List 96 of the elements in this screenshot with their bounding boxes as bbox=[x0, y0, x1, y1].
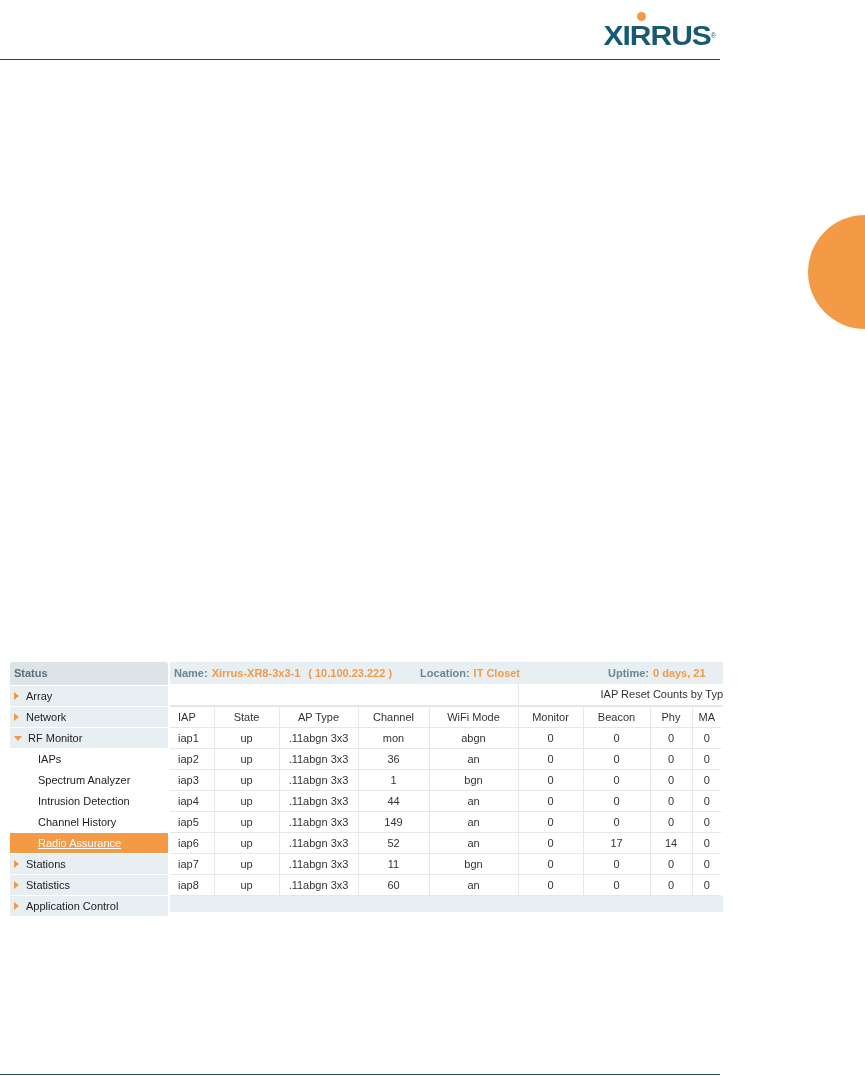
column-header: Beacon bbox=[583, 706, 650, 728]
table-cell: 0 bbox=[650, 853, 692, 875]
caret-down-icon bbox=[14, 735, 22, 741]
column-header: Phy bbox=[650, 706, 692, 728]
table-cell: .11abgn 3x3 bbox=[279, 853, 358, 875]
column-group-header: IAP Reset Counts by Typ bbox=[518, 684, 723, 705]
column-header: IAP bbox=[170, 706, 214, 728]
table-cell: 0 bbox=[518, 727, 583, 749]
table-cell: 0 bbox=[518, 769, 583, 791]
nav-item[interactable]: Stations bbox=[10, 854, 168, 875]
column-header: MA bbox=[692, 706, 721, 728]
table-cell: 0 bbox=[583, 769, 650, 791]
table-cell: up bbox=[214, 874, 279, 896]
table-cell: up bbox=[214, 748, 279, 770]
table-cell: 0 bbox=[583, 811, 650, 833]
caret-right-icon bbox=[14, 860, 20, 868]
table-cell: 0 bbox=[583, 727, 650, 749]
logo-wordmark: XIRRUS bbox=[603, 23, 711, 49]
caret-right-icon bbox=[14, 881, 20, 889]
table-cell: .11abgn 3x3 bbox=[279, 832, 358, 854]
table-cell: iap7 bbox=[170, 853, 214, 875]
table-cell: up bbox=[214, 811, 279, 833]
nav-item[interactable]: Statistics bbox=[10, 875, 168, 896]
caret-right-icon bbox=[14, 692, 20, 700]
table-cell: bgn bbox=[429, 853, 518, 875]
table-cell: up bbox=[214, 769, 279, 791]
table-cell: 0 bbox=[650, 874, 692, 896]
logo-dot-icon bbox=[637, 12, 647, 21]
table-cell: abgn bbox=[429, 727, 518, 749]
table-cell: 11 bbox=[358, 853, 429, 875]
table-cell: iap3 bbox=[170, 769, 214, 791]
table-cell: iap4 bbox=[170, 790, 214, 812]
table-cell: .11abgn 3x3 bbox=[279, 811, 358, 833]
table-cell: 60 bbox=[358, 874, 429, 896]
table-cell: 0 bbox=[518, 874, 583, 896]
ip-address: ( 10.100.23.222 ) bbox=[308, 667, 393, 679]
table-cell: 0 bbox=[518, 811, 583, 833]
table-cell: 0 bbox=[650, 727, 692, 749]
table-cell: iap5 bbox=[170, 811, 214, 833]
table-cell: 0 bbox=[650, 769, 692, 791]
table-cell: 0 bbox=[650, 790, 692, 812]
table-cell: up bbox=[214, 727, 279, 749]
table-cell: 0 bbox=[518, 790, 583, 812]
table-cell: up bbox=[214, 832, 279, 854]
table-cell: 0 bbox=[650, 748, 692, 770]
column-header: AP Type bbox=[279, 706, 358, 728]
table-cell: up bbox=[214, 853, 279, 875]
uptime-value: 0 days, 21 bbox=[653, 667, 706, 679]
table-cell: an bbox=[429, 832, 518, 854]
table-cell: 0 bbox=[518, 832, 583, 854]
nav-item[interactable]: Network bbox=[10, 707, 168, 728]
table-cell: 52 bbox=[358, 832, 429, 854]
table-cell: 14 bbox=[650, 832, 692, 854]
table-cell: .11abgn 3x3 bbox=[279, 748, 358, 770]
table-cell: iap1 bbox=[170, 727, 214, 749]
table-cell: 36 bbox=[358, 748, 429, 770]
table-cell: 17 bbox=[583, 832, 650, 854]
column-header: Channel bbox=[358, 706, 429, 728]
table-cell: 0 bbox=[518, 748, 583, 770]
table-cell: 149 bbox=[358, 811, 429, 833]
table-cell: 0 bbox=[518, 853, 583, 875]
nav-item[interactable]: RF Monitor bbox=[10, 728, 168, 749]
table-cell: bgn bbox=[429, 769, 518, 791]
name-label: Name: bbox=[174, 667, 208, 679]
caret-right-icon bbox=[14, 713, 20, 721]
table-cell: up bbox=[214, 790, 279, 812]
table-cell: 0 bbox=[583, 790, 650, 812]
table-cell: mon bbox=[358, 727, 429, 749]
caret-right-icon bbox=[14, 902, 20, 910]
nav-item[interactable]: Application Control bbox=[10, 896, 168, 917]
table-cell: .11abgn 3x3 bbox=[279, 769, 358, 791]
table-cell: iap6 bbox=[170, 832, 214, 854]
table-cell: 0 bbox=[583, 748, 650, 770]
table-cell: .11abgn 3x3 bbox=[279, 727, 358, 749]
location-label: Location: bbox=[420, 667, 470, 679]
column-header: WiFi Mode bbox=[429, 706, 518, 728]
table-cell: .11abgn 3x3 bbox=[279, 874, 358, 896]
column-header: Monitor bbox=[518, 706, 583, 728]
table-cell: an bbox=[429, 748, 518, 770]
location-value: IT Closet bbox=[473, 667, 521, 679]
table-cell: 44 bbox=[358, 790, 429, 812]
table-cell: an bbox=[429, 874, 518, 896]
table-cell: iap8 bbox=[170, 874, 214, 896]
table-cell: 0 bbox=[650, 811, 692, 833]
table-cell: 0 bbox=[583, 853, 650, 875]
device-name: Xirrus-XR8-3x3-1 bbox=[211, 667, 301, 679]
table-cell: an bbox=[429, 790, 518, 812]
table-cell: 0 bbox=[583, 874, 650, 896]
table-cell: 1 bbox=[358, 769, 429, 791]
table-cell: .11abgn 3x3 bbox=[279, 790, 358, 812]
nav-item[interactable]: Array bbox=[10, 686, 168, 707]
sidebar-title: Status bbox=[10, 662, 168, 685]
uptime-label: Uptime: bbox=[608, 667, 649, 679]
table-cell: an bbox=[429, 811, 518, 833]
column-header: State bbox=[214, 706, 279, 728]
table-cell: iap2 bbox=[170, 748, 214, 770]
